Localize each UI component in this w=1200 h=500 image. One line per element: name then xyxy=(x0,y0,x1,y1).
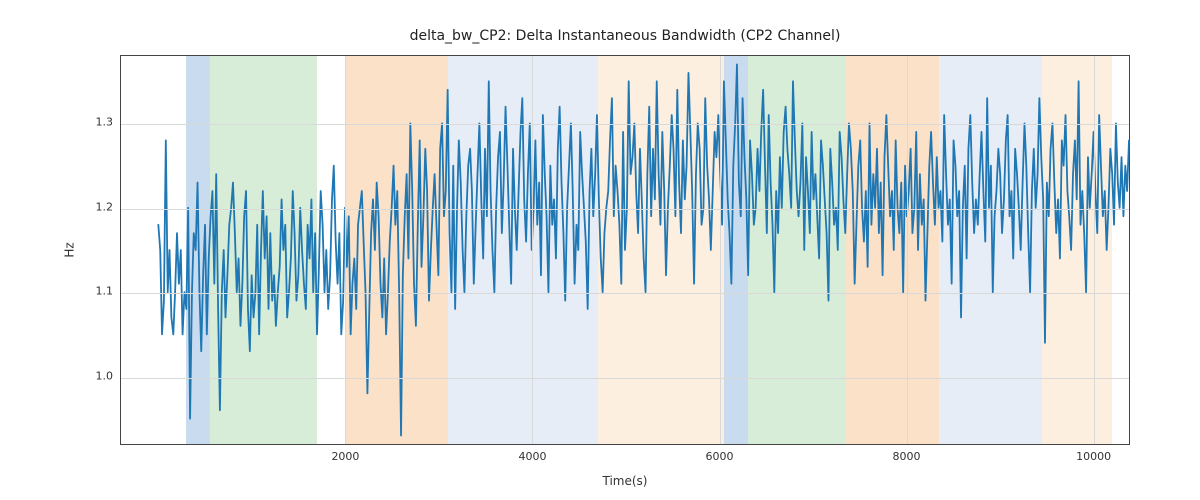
y-tick-label: 1.2 xyxy=(96,200,122,213)
grid-line-horizontal xyxy=(121,124,1129,125)
grid-line-vertical xyxy=(720,56,721,444)
x-tick-label: 4000 xyxy=(518,444,546,463)
y-tick-label: 1.0 xyxy=(96,370,122,383)
line-series xyxy=(121,56,1129,444)
figure: delta_bw_CP2: Delta Instantaneous Bandwi… xyxy=(0,0,1200,500)
grid-line-vertical xyxy=(532,56,533,444)
grid-line-horizontal xyxy=(121,293,1129,294)
grid-line-vertical xyxy=(1094,56,1095,444)
chart-title: delta_bw_CP2: Delta Instantaneous Bandwi… xyxy=(120,28,1130,44)
x-tick-label: 10000 xyxy=(1076,444,1111,463)
y-tick-label: 1.3 xyxy=(96,115,122,128)
x-tick-label: 8000 xyxy=(893,444,921,463)
x-axis-label: Time(s) xyxy=(120,474,1130,488)
grid-line-horizontal xyxy=(121,209,1129,210)
plot-area xyxy=(121,56,1129,444)
axes: 2000400060008000100001.01.11.21.3 xyxy=(120,55,1130,445)
grid-line-vertical xyxy=(907,56,908,444)
grid-line-vertical xyxy=(345,56,346,444)
y-tick-label: 1.1 xyxy=(96,285,122,298)
y-axis-label: Hz xyxy=(62,55,78,445)
line-path xyxy=(158,64,1129,435)
grid-line-horizontal xyxy=(121,378,1129,379)
x-tick-label: 6000 xyxy=(706,444,734,463)
x-tick-label: 2000 xyxy=(331,444,359,463)
